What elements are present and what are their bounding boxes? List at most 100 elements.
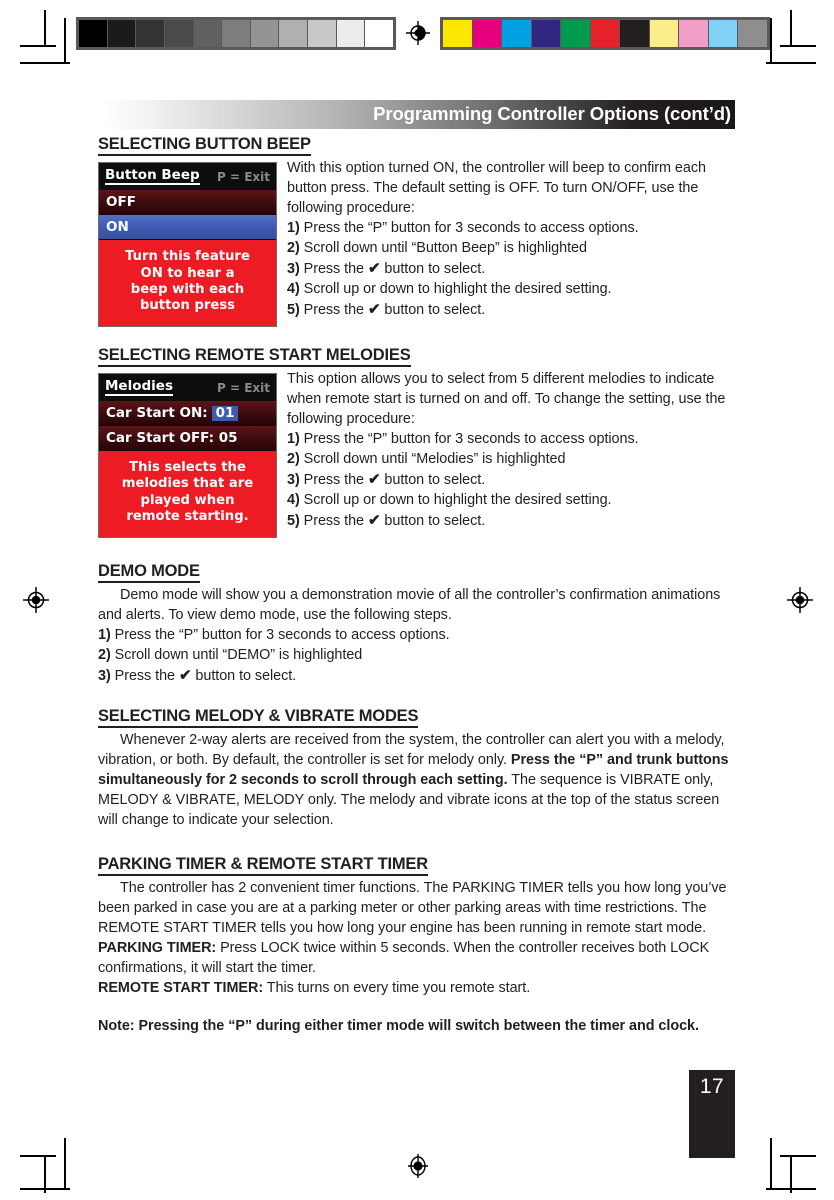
- grayscale-patch-0: [79, 20, 108, 47]
- color-patch-1: [472, 20, 503, 47]
- crop-mark-bl2-h: [20, 1188, 70, 1190]
- step-text: Press the “P” button for 3 seconds to ac…: [110, 627, 450, 644]
- heading-selecting-remote-start-melodies: SELECTING REMOTE START MELODIES: [98, 346, 411, 368]
- step-text: Press the: [299, 302, 368, 319]
- step-text: Scroll down until “Button Beep” is highl…: [299, 240, 587, 257]
- step-number: 3): [287, 472, 300, 488]
- step-number: 3): [98, 667, 111, 684]
- checkmark-icon: ✔: [367, 471, 381, 488]
- step-text: Scroll down until “Melodies” is highligh…: [299, 451, 566, 468]
- crop-mark-bl2-v: [64, 1138, 66, 1188]
- lcd-option-car-start-on-value: 01: [211, 405, 239, 422]
- grayscale-calibration-bar: [76, 17, 396, 50]
- color-patch-8: [679, 20, 709, 47]
- grayscale-patch-9: [336, 20, 366, 47]
- page-title: Programming Controller Options (cont’d): [373, 103, 731, 125]
- lcd-title: Melodies: [105, 379, 173, 397]
- crop-mark-tl-v: [44, 10, 46, 46]
- step-text: Scroll up or down to highlight the desir…: [299, 281, 612, 298]
- step-text: button to select.: [380, 472, 486, 488]
- step-text: button to select.: [380, 302, 486, 319]
- parking-timer-label: PARKING TIMER:: [98, 940, 217, 957]
- lcd-desc-line-3: played when: [140, 492, 235, 508]
- section-melodies-heading-wrap: SELECTING REMOTE START MELODIES: [98, 340, 735, 370]
- lcd-option-off[interactable]: OFF: [99, 190, 276, 216]
- checkmark-icon: ✔: [367, 260, 381, 278]
- lcd-desc-line-4: button press: [139, 297, 236, 313]
- grayscale-patch-4: [193, 20, 223, 47]
- registration-target-left: [22, 586, 50, 614]
- lcd-screen-button-beep: Button Beep P = Exit OFF ON Turn this fe…: [98, 162, 277, 327]
- lcd-desc-line-1: This selects the: [129, 460, 246, 476]
- registration-target-right: [786, 586, 814, 614]
- checkmark-icon: ✔: [367, 511, 381, 529]
- lcd-header-button-beep: Button Beep P = Exit: [99, 163, 276, 191]
- step-text: Press the: [299, 261, 368, 278]
- crop-mark-bl-h: [20, 1155, 56, 1157]
- color-patch-6: [620, 20, 650, 47]
- grayscale-patch-2: [136, 20, 165, 47]
- step-number: 5): [287, 302, 300, 319]
- color-patch-7: [649, 20, 680, 47]
- crop-mark-tr-h: [780, 45, 816, 47]
- crop-mark-br2-h: [766, 1188, 816, 1190]
- lcd-option-car-start-on-label: Car Start ON:: [106, 404, 208, 421]
- crop-mark-tl-h: [20, 45, 56, 47]
- step-number: 1): [287, 431, 300, 448]
- step-text: Press the: [299, 512, 368, 529]
- grayscale-patch-8: [308, 20, 337, 47]
- color-patch-3: [531, 20, 562, 47]
- heading-parking-timer-remote-start-timer: PARKING TIMER & REMOTE START TIMER: [98, 855, 428, 877]
- grayscale-patch-6: [250, 20, 280, 47]
- section-melody-vibrate-heading-wrap: SELECTING MELODY & VIBRATE MODES: [98, 701, 735, 731]
- section-timers-heading-wrap: PARKING TIMER & REMOTE START TIMER: [98, 849, 735, 879]
- grayscale-patch-5: [222, 20, 251, 47]
- crop-mark-br-h: [780, 1155, 816, 1157]
- registration-target-bottom: [405, 1152, 431, 1180]
- lcd-description-button-beep: Turn this feature ON to hear a beep with…: [99, 240, 276, 326]
- color-patch-0: [443, 20, 473, 47]
- step-text: Press the “P” button for 3 seconds to ac…: [299, 431, 639, 448]
- lcd-option-on[interactable]: ON: [99, 215, 276, 241]
- step-number: 2): [287, 451, 300, 468]
- step-text: button to select.: [191, 667, 297, 684]
- demo-mode-step-1: 1) Press the “P” button for 3 seconds to…: [98, 626, 735, 646]
- lcd-option-car-start-off[interactable]: Car Start OFF: 05: [99, 426, 276, 452]
- checkmark-icon: ✔: [367, 301, 381, 319]
- step-number: 1): [98, 627, 111, 644]
- step-text: button to select.: [380, 512, 486, 529]
- lcd-desc-line-3: beep with each: [130, 281, 245, 297]
- lcd-exit-hint: P = Exit: [217, 380, 270, 395]
- step-text: button to select.: [380, 261, 486, 278]
- lcd-header-melodies: Melodies P = Exit: [99, 374, 276, 402]
- lcd-option-car-start-off-label: Car Start OFF: 05: [106, 429, 238, 446]
- registration-target-top: [405, 20, 431, 46]
- parking-timer-line: PARKING TIMER: Press LOCK twice within 5…: [98, 939, 735, 979]
- step-text: Scroll up or down to highlight the desir…: [299, 491, 612, 508]
- crop-mark-br2-v: [770, 1138, 772, 1188]
- step-number: 3): [287, 261, 300, 278]
- heading-selecting-melody-vibrate-modes: SELECTING MELODY & VIBRATE MODES: [98, 707, 418, 729]
- remote-start-timer-label: REMOTE START TIMER:: [98, 980, 264, 997]
- section-demo-heading-wrap: DEMO MODE: [98, 556, 735, 586]
- page-number-badge: 17: [689, 1070, 735, 1158]
- color-patch-4: [561, 20, 591, 47]
- section-button-beep: Button Beep P = Exit OFF ON Turn this fe…: [98, 159, 735, 330]
- page-content: Programming Controller Options (cont’d) …: [98, 100, 735, 1037]
- lcd-desc-line-2: ON to hear a: [140, 265, 235, 281]
- grayscale-patch-10: [365, 20, 394, 47]
- step-number: 2): [98, 646, 111, 663]
- lcd-desc-line-4: remote starting.: [126, 508, 249, 524]
- timers-intro: The controller has 2 convenient timer fu…: [98, 880, 727, 937]
- color-patch-5: [590, 20, 621, 47]
- crop-mark-tr2-v: [770, 18, 772, 62]
- crop-mark-tr-v: [790, 10, 792, 46]
- demo-mode-step-3: 3) Press the ✔ button to select.: [98, 666, 735, 687]
- remote-start-timer-line: REMOTE START TIMER: This turns on every …: [98, 979, 735, 999]
- lcd-option-off-label: OFF: [106, 193, 136, 210]
- lcd-option-on-label: ON: [106, 218, 129, 235]
- crop-mark-tl2-h: [20, 62, 70, 64]
- color-patch-9: [708, 20, 739, 47]
- grayscale-patch-7: [279, 20, 309, 47]
- lcd-option-car-start-on[interactable]: Car Start ON: 01: [99, 401, 276, 427]
